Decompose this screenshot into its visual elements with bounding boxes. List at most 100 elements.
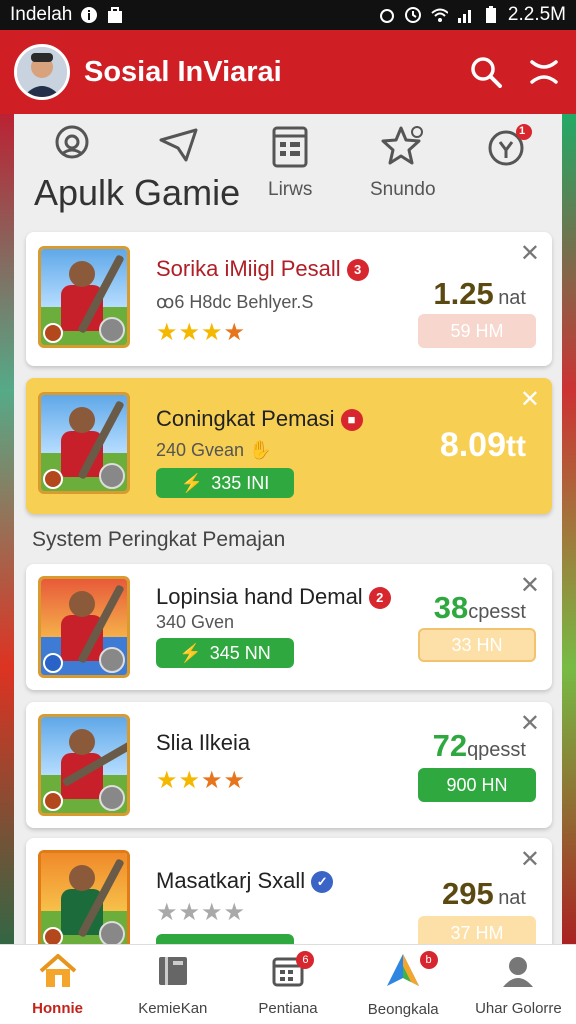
- bag-icon: [106, 6, 124, 24]
- score-pill[interactable]: 900 HN: [418, 768, 536, 802]
- controller-icon: [52, 124, 92, 169]
- level-badge-icon: [43, 791, 63, 811]
- action-pill[interactable]: ⚡ 345 NN: [156, 638, 294, 668]
- tab-games[interactable]: [52, 124, 92, 169]
- player-thumbnail: [38, 246, 130, 348]
- alarm-icon: [378, 6, 396, 24]
- tab-label-lists: Lirws: [268, 179, 313, 200]
- tool-badge-icon: [99, 463, 125, 489]
- hand-icon: ✋: [249, 440, 272, 460]
- app-bar: Sosial InViarai: [0, 30, 576, 114]
- trophy-badge-count: 1: [519, 125, 526, 137]
- player-thumbnail: [38, 392, 130, 494]
- score-value: 1.25 nat: [433, 276, 526, 311]
- verified-badge-icon: ✓: [311, 871, 334, 894]
- nav-map[interactable]: b Beongkala: [346, 945, 461, 1024]
- score-value: 295 nat: [442, 876, 526, 911]
- star-icon: ★: [201, 319, 224, 346]
- close-icon[interactable]: ✕: [520, 848, 540, 872]
- nav-label: Pentiana: [258, 999, 318, 1017]
- list-item[interactable]: Sorika iMiigl Pesall 3 ꝏ6 H8dc Behlyer.S …: [26, 232, 552, 366]
- score-value: 8.09tt: [439, 426, 526, 464]
- notification-badge: b: [419, 951, 438, 969]
- page-title: Apulk Gamie: [34, 172, 241, 213]
- rank-badge: 3: [346, 259, 369, 282]
- time-label: 2.2.5M: [507, 4, 566, 25]
- list-icon: [271, 124, 309, 173]
- send-icon: [158, 126, 200, 171]
- bottom-nav: Honnie KemieKan 6 Pentiana b Beongkala U…: [0, 944, 576, 1024]
- search-icon[interactable]: [468, 54, 504, 90]
- main-content: Lirws Snundo 1 Apulk Gamie Sorika iMiigl…: [14, 114, 562, 944]
- item-subtitle: ꝏ6 H8dc Behlyer.S: [156, 292, 314, 312]
- tool-badge-icon: [99, 785, 125, 811]
- lightning-icon: ⚡: [180, 472, 204, 493]
- close-icon[interactable]: ✕: [520, 388, 540, 412]
- nav-profile[interactable]: Uhar Golorre: [461, 945, 576, 1024]
- book-icon: [155, 953, 191, 994]
- background-strip-right: [562, 114, 576, 944]
- star-icon: ★: [201, 899, 224, 926]
- star-icon: ★: [223, 767, 247, 794]
- tool-badge-icon: [99, 921, 125, 944]
- rank-badge: 2: [368, 587, 391, 610]
- star-icon: ★: [156, 899, 179, 926]
- score-pill[interactable]: 33 HN: [418, 628, 536, 662]
- item-title: Sorika iMiigl Pesall 3: [156, 256, 369, 282]
- item-title: Lopinsia hand Demal 2: [156, 584, 391, 610]
- rank-badge-icon: ■: [340, 409, 363, 432]
- star-icon: ★: [201, 767, 224, 794]
- action-pill[interactable]: ⚡ 335 INI: [156, 468, 294, 498]
- star-icon: ★: [178, 899, 202, 926]
- shuffle-icon[interactable]: [526, 54, 562, 90]
- home-icon: [38, 953, 78, 994]
- player-thumbnail: [38, 714, 130, 816]
- carrier-label: Indelah: [10, 4, 73, 25]
- score-pill[interactable]: 37 HM: [418, 916, 536, 944]
- info-icon: [80, 6, 98, 24]
- tab-lists[interactable]: Lirws: [268, 124, 312, 201]
- background-strip-left: [0, 114, 14, 944]
- avatar[interactable]: [14, 44, 70, 100]
- status-bar: Indelah 2.2.5M: [0, 0, 576, 30]
- tab-sounds[interactable]: Snundo: [370, 124, 436, 201]
- level-badge-icon: [43, 323, 63, 343]
- level-badge-icon: [43, 469, 63, 489]
- nav-library[interactable]: KemieKan: [115, 945, 230, 1024]
- battery-icon: [482, 6, 500, 24]
- item-subtitle: 340 Gven: [156, 612, 235, 632]
- list-item-highlighted[interactable]: Coningkat Pemasi ■ 240 Gvean ✋ ⚡ 335 INI ✕…: [26, 378, 552, 514]
- star-icon: ★: [178, 319, 202, 346]
- tool-badge-icon: [99, 317, 125, 343]
- level-badge-icon: [43, 927, 63, 944]
- close-icon[interactable]: ✕: [520, 242, 540, 266]
- nav-schedule[interactable]: 6 Pentiana: [230, 945, 345, 1024]
- tab-trophy[interactable]: 1: [486, 124, 532, 173]
- section-heading: System Peringkat Pemajan: [32, 528, 286, 551]
- star-rating: ★★★★: [156, 898, 246, 927]
- score-pill[interactable]: 59 HM: [418, 314, 536, 348]
- category-tabs: Lirws Snundo 1 Apulk Gamie: [14, 114, 562, 232]
- list-item[interactable]: Lopinsia hand Demal 2 340 Gven ⚡ 345 NN ✕ …: [26, 564, 552, 690]
- player-thumbnail: [38, 576, 130, 678]
- wifi-icon: [430, 6, 448, 24]
- tool-badge-icon: [99, 647, 125, 673]
- item-title: Coningkat Pemasi ■: [156, 406, 363, 432]
- list-item[interactable]: Masatkarj Sxall ✓ ★★★★ ✕ 295 nat 37 HM: [26, 838, 552, 944]
- nav-label: Beongkala: [367, 1000, 439, 1018]
- item-title: Slia Ilkeia: [156, 730, 251, 755]
- score-value: 72qpesst: [432, 728, 526, 763]
- star-icon: ★: [223, 899, 247, 926]
- map-icon: [383, 952, 423, 995]
- app-title: Sosial InViarai: [84, 55, 282, 88]
- tab-send[interactable]: [158, 126, 200, 171]
- signal-icon: [456, 6, 474, 24]
- nav-label: Uhar Golorre: [475, 999, 562, 1017]
- star-icon: ★: [156, 767, 179, 794]
- item-title: Masatkarj Sxall ✓: [156, 868, 334, 894]
- action-pill[interactable]: [156, 934, 294, 944]
- lightning-icon: ⚡: [179, 642, 202, 663]
- nav-label: KemieKan: [138, 999, 208, 1017]
- nav-home[interactable]: Honnie: [0, 945, 115, 1024]
- list-item[interactable]: Slia Ilkeia ★★★★ ✕ 72qpesst 900 HN: [26, 702, 552, 828]
